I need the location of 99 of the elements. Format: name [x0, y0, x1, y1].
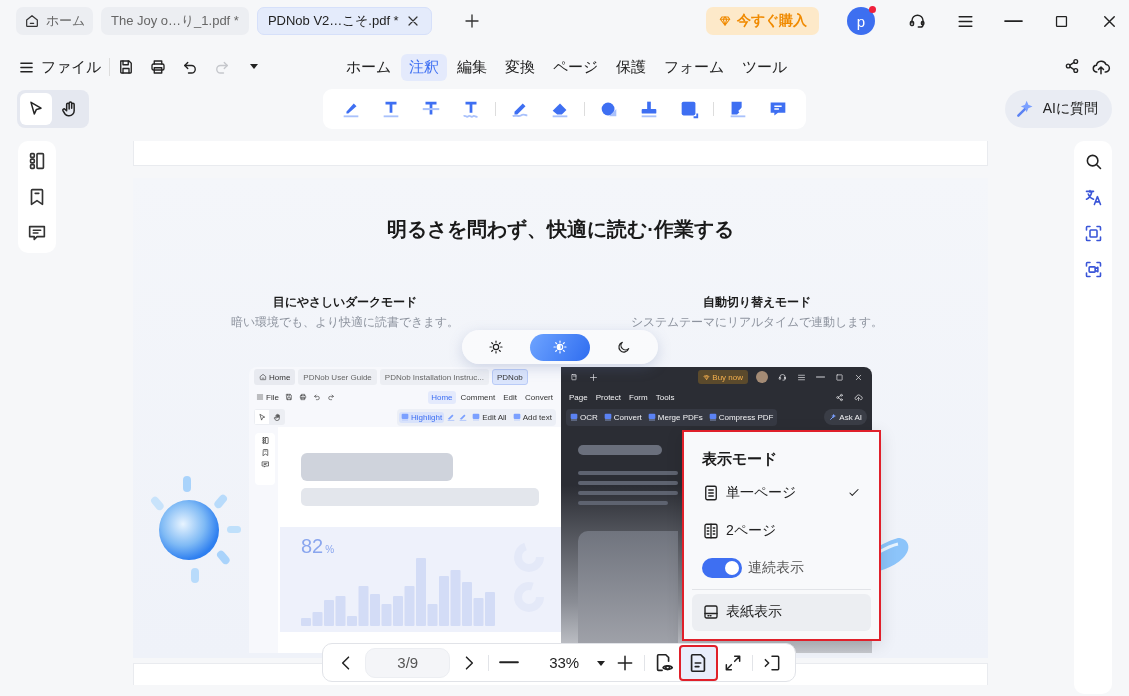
menu-tab[interactable]: 保護	[608, 53, 654, 81]
avatar[interactable]	[756, 371, 768, 383]
plus-icon	[462, 12, 481, 30]
sparkle-icon	[829, 413, 838, 421]
plus-icon[interactable]	[589, 372, 598, 382]
print-icon[interactable]	[149, 58, 167, 76]
home-tab[interactable]: ホーム	[16, 7, 93, 35]
document-tab[interactable]: PDNob	[492, 369, 528, 385]
ask-ai-button[interactable]: Ask AI	[824, 409, 867, 425]
toggle-label: 連続表示	[748, 559, 805, 577]
tool-icon	[512, 413, 521, 421]
sun-icon	[488, 339, 504, 355]
tool-icon	[401, 413, 410, 421]
menu-tab[interactable]: Comment	[457, 390, 499, 404]
menu-tab[interactable]: Form	[626, 390, 651, 404]
auto-theme-icon	[552, 339, 568, 355]
page-heading: 明るさを問わず、快適に読む·作業する	[386, 217, 735, 242]
menu-icon[interactable]	[797, 372, 806, 382]
menu-tab[interactable]: Home	[428, 390, 456, 404]
menu-tab[interactable]: Tools	[652, 390, 678, 404]
feature-heading: 自動切り替えモード	[703, 294, 811, 311]
tool-icon	[647, 413, 656, 421]
feature-heading: 目にやさしいダークモード	[273, 294, 417, 311]
cursor-icon[interactable]	[257, 412, 267, 422]
tool-icon	[472, 413, 481, 421]
menu-tab[interactable]: ページ	[545, 53, 606, 81]
share-icon[interactable]	[1063, 57, 1081, 75]
menu-icon	[256, 393, 264, 401]
document-tab[interactable]: PDNob User Guide	[298, 369, 377, 385]
moon-icon	[616, 339, 632, 355]
menu-tab[interactable]: ホーム	[338, 53, 399, 81]
copy-icon[interactable]	[570, 372, 579, 382]
view-mode-button[interactable]	[681, 646, 716, 679]
minimize-icon[interactable]	[1003, 18, 1023, 24]
chart-bar	[450, 570, 461, 626]
tool-button[interactable]: Compress PDF	[706, 411, 776, 423]
home-tab[interactable]: Home	[254, 369, 296, 385]
chart-bar	[485, 592, 495, 626]
menu-tab[interactable]: ツール	[734, 53, 795, 81]
menu-tab[interactable]: 変換	[497, 53, 543, 81]
zoom-out-icon	[498, 660, 519, 665]
toggle-row[interactable]: 連続表示	[692, 549, 871, 587]
tool-icon	[570, 413, 578, 421]
eraser-icon	[458, 412, 469, 422]
sparkle-icon	[1014, 99, 1035, 119]
file-menu[interactable]: ファイル	[18, 58, 110, 76]
support-icon[interactable]	[907, 11, 927, 31]
diamond-icon	[703, 373, 711, 381]
menu-tab[interactable]: 編集	[449, 53, 495, 81]
pen-icon	[446, 412, 457, 422]
document-tab[interactable]: PDNob Installation Instruc...	[379, 369, 489, 385]
tool-button[interactable]: Highlight	[399, 411, 445, 423]
buy-button[interactable]: Buy now	[698, 370, 748, 384]
zoom-level[interactable]: 33%	[535, 654, 593, 671]
theme-switch[interactable]	[462, 330, 658, 364]
theme-option[interactable]	[530, 333, 590, 361]
upload-icon[interactable]	[854, 392, 863, 402]
thumbnails-icon[interactable]	[260, 436, 270, 445]
share-icon[interactable]	[835, 392, 844, 402]
home-icon	[259, 373, 267, 381]
menu-tab[interactable]: Convert	[522, 390, 556, 404]
feature-caption: 暗い環境でも、より快適に読書できます。	[231, 314, 459, 331]
tool-icon	[603, 413, 612, 421]
two-page-icon	[702, 521, 720, 540]
menu-tab[interactable]: 注釈	[401, 53, 447, 81]
diamond-icon	[718, 14, 732, 28]
menu-title: 表示モード	[701, 449, 778, 469]
menu-tab[interactable]: Edit	[500, 390, 520, 404]
menu-item[interactable]: 2ページ	[692, 511, 871, 550]
tool-button[interactable]: Add text	[510, 411, 554, 423]
avatar[interactable]: p	[847, 7, 875, 35]
stat-value: 82%	[301, 535, 336, 558]
document-tab[interactable]: PDNob V2…こそ.pdf *	[256, 7, 432, 35]
hand-icon[interactable]	[272, 412, 282, 422]
feature-caption: システムテーマにリアルタイムで連動します。	[631, 314, 883, 331]
cover-page-icon	[702, 603, 720, 622]
save-icon[interactable]	[117, 58, 135, 76]
menu-tab[interactable]: Protect	[592, 390, 625, 404]
tool-button[interactable]: Edit All	[470, 411, 509, 423]
tool-button[interactable]: OCR	[568, 411, 600, 423]
menu-item[interactable]: 表紙表示	[692, 593, 871, 631]
file-menu[interactable]: File	[254, 391, 281, 403]
tool-button[interactable]: Merge PDFs	[645, 411, 705, 423]
menu-item[interactable]: 単一ページ	[692, 474, 871, 512]
redo-icon[interactable]	[326, 393, 335, 401]
ask-ai-button[interactable]: AIに質問	[1004, 90, 1112, 128]
document-tab[interactable]: The Joy o…り_1.pdf *	[101, 7, 249, 35]
support-icon[interactable]	[778, 372, 787, 382]
home-icon	[24, 13, 40, 29]
tool-button[interactable]: Convert	[601, 411, 644, 423]
page-field[interactable]: 3/9	[365, 647, 451, 678]
toggle-switch[interactable]	[702, 558, 742, 578]
close-icon[interactable]	[854, 372, 863, 382]
tool-icon	[708, 413, 717, 421]
menu-tab[interactable]: Page	[566, 390, 591, 404]
select-tool[interactable]	[20, 93, 52, 125]
single-page-icon	[702, 484, 720, 503]
menu-tab[interactable]: フォーム	[656, 53, 732, 81]
chart-bar	[393, 596, 403, 626]
